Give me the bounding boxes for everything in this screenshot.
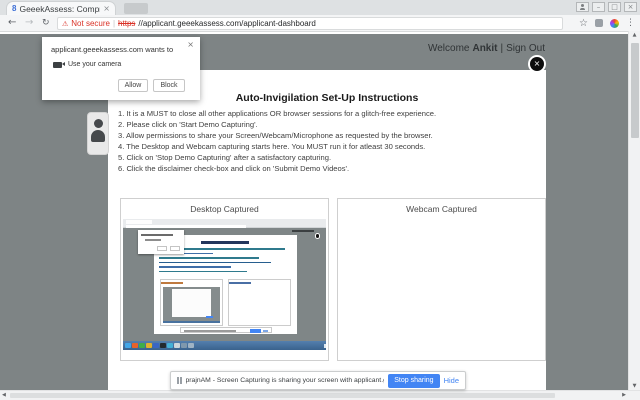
mini-webcam-panel bbox=[228, 279, 291, 326]
extension-icon[interactable] bbox=[595, 19, 603, 27]
camera-permission-dialog: × applicant.geeekassess.com wants to Use… bbox=[42, 37, 200, 100]
mini-nested-capture bbox=[163, 287, 220, 323]
scroll-right-icon[interactable]: ▶ bbox=[622, 392, 626, 398]
forward-icon[interactable]: → bbox=[25, 17, 33, 28]
mini-desktop-panel bbox=[160, 279, 223, 326]
tab-title: GeeekAssess: Compreher bbox=[19, 4, 100, 14]
username: Ankit bbox=[472, 43, 497, 54]
scroll-left-icon[interactable]: ◀ bbox=[2, 392, 6, 398]
instruction-item: 4. The Desktop and Webcam capturing star… bbox=[118, 141, 540, 152]
mini-taskbar bbox=[123, 341, 326, 350]
horizontal-scrollbar[interactable]: ◀ ▶ bbox=[0, 390, 640, 400]
block-button[interactable]: Block bbox=[153, 79, 185, 92]
instruction-list: 1. It is a MUST to close all other appli… bbox=[118, 108, 540, 174]
dialog-title: applicant.geeekassess.com wants to bbox=[51, 45, 173, 54]
colorful-extension-icon[interactable] bbox=[610, 19, 619, 28]
webcam-captured-panel: Webcam Captured bbox=[337, 198, 546, 361]
warning-icon: ⚠ bbox=[62, 20, 68, 28]
vertical-scrollbar-thumb[interactable] bbox=[631, 43, 639, 138]
stop-sharing-button[interactable]: Stop sharing bbox=[388, 374, 439, 388]
profile-icon[interactable] bbox=[576, 2, 589, 12]
page-top-strip bbox=[0, 32, 628, 34]
desktop-panel-title: Desktop Captured bbox=[121, 204, 328, 214]
mini-desktop bbox=[123, 228, 326, 341]
desktop-capture-frame bbox=[123, 219, 326, 350]
mini-browser-chrome bbox=[123, 219, 326, 228]
tab-close-icon[interactable]: × bbox=[103, 5, 110, 13]
url-text: //applicant.geeekassess.com/applicant-da… bbox=[138, 19, 315, 28]
instruction-item: 3. Allow permissions to share your Scree… bbox=[118, 130, 540, 141]
header-divider: | bbox=[500, 43, 503, 54]
hide-link[interactable]: Hide bbox=[444, 376, 459, 385]
sign-out-link[interactable]: Sign Out bbox=[506, 43, 545, 54]
welcome-label: Welcome bbox=[428, 43, 470, 54]
not-secure-label[interactable]: Not secure bbox=[71, 19, 110, 28]
browser-window: 8 GeeekAssess: Compreher × – □ × ← → ↻ ⚠… bbox=[0, 0, 640, 400]
bookmark-star-icon[interactable]: ☆ bbox=[579, 18, 588, 29]
allow-button[interactable]: Allow bbox=[118, 79, 148, 92]
dialog-request-row: Use your camera bbox=[53, 61, 121, 68]
instruction-item: 6. Click the disclaimer check-box and cl… bbox=[118, 163, 540, 174]
instruction-item: 1. It is a MUST to close all other appli… bbox=[118, 108, 540, 119]
horizontal-scrollbar-thumb[interactable] bbox=[10, 393, 555, 398]
maximize-button[interactable]: □ bbox=[608, 2, 621, 12]
tab-strip: 8 GeeekAssess: Compreher × – □ × bbox=[0, 0, 640, 15]
site-favicon-icon: 8 bbox=[12, 5, 16, 13]
url-divider: | bbox=[113, 19, 115, 28]
url-scheme: https bbox=[118, 19, 135, 28]
scroll-up-icon[interactable]: ▲ bbox=[629, 32, 640, 38]
instruction-item: 5. Click on 'Stop Demo Capturing' after … bbox=[118, 152, 540, 163]
instruction-item: 2. Please click on 'Start Demo Capturing… bbox=[118, 119, 540, 130]
back-icon[interactable]: ← bbox=[8, 17, 16, 28]
reload-icon[interactable]: ↻ bbox=[42, 18, 50, 28]
browser-tab[interactable]: 8 GeeekAssess: Compreher × bbox=[6, 1, 116, 15]
close-overlay-button[interactable]: × bbox=[530, 57, 544, 71]
content-area: Auto-Invigilation Set-Up Instructions 1.… bbox=[108, 70, 546, 390]
dialog-close-icon[interactable]: × bbox=[187, 40, 194, 49]
desktop-captured-panel: Desktop Captured bbox=[120, 198, 329, 361]
window-controls: – □ × bbox=[576, 2, 637, 12]
scroll-down-icon[interactable]: ▼ bbox=[629, 383, 640, 389]
close-window-button[interactable]: × bbox=[624, 2, 637, 12]
webcam-panel-title: Webcam Captured bbox=[338, 204, 545, 214]
avatar bbox=[87, 112, 109, 155]
sharing-message: prajnAM - Screen Capturing is sharing yo… bbox=[186, 377, 385, 384]
new-tab-button[interactable] bbox=[124, 3, 148, 14]
screen-sharing-bar: prajnAM - Screen Capturing is sharing yo… bbox=[170, 371, 466, 390]
minimize-button[interactable]: – bbox=[592, 2, 605, 12]
toolbar-actions: ☆ ⋮ bbox=[579, 15, 635, 31]
pause-icon bbox=[177, 377, 182, 384]
camera-icon bbox=[53, 62, 62, 68]
site-header: Welcome Ankit | Sign Out bbox=[428, 43, 545, 54]
dialog-request-text: Use your camera bbox=[68, 61, 121, 68]
vertical-scrollbar[interactable]: ▲ ▼ bbox=[628, 31, 640, 390]
address-bar[interactable]: ⚠ Not secure | https //applicant.geeekas… bbox=[57, 17, 563, 30]
mini-permission-dialog bbox=[138, 230, 184, 254]
menu-icon[interactable]: ⋮ bbox=[626, 18, 635, 28]
mini-share-bar bbox=[180, 327, 272, 333]
browser-toolbar: ← → ↻ ⚠ Not secure | https //applicant.g… bbox=[0, 15, 640, 32]
